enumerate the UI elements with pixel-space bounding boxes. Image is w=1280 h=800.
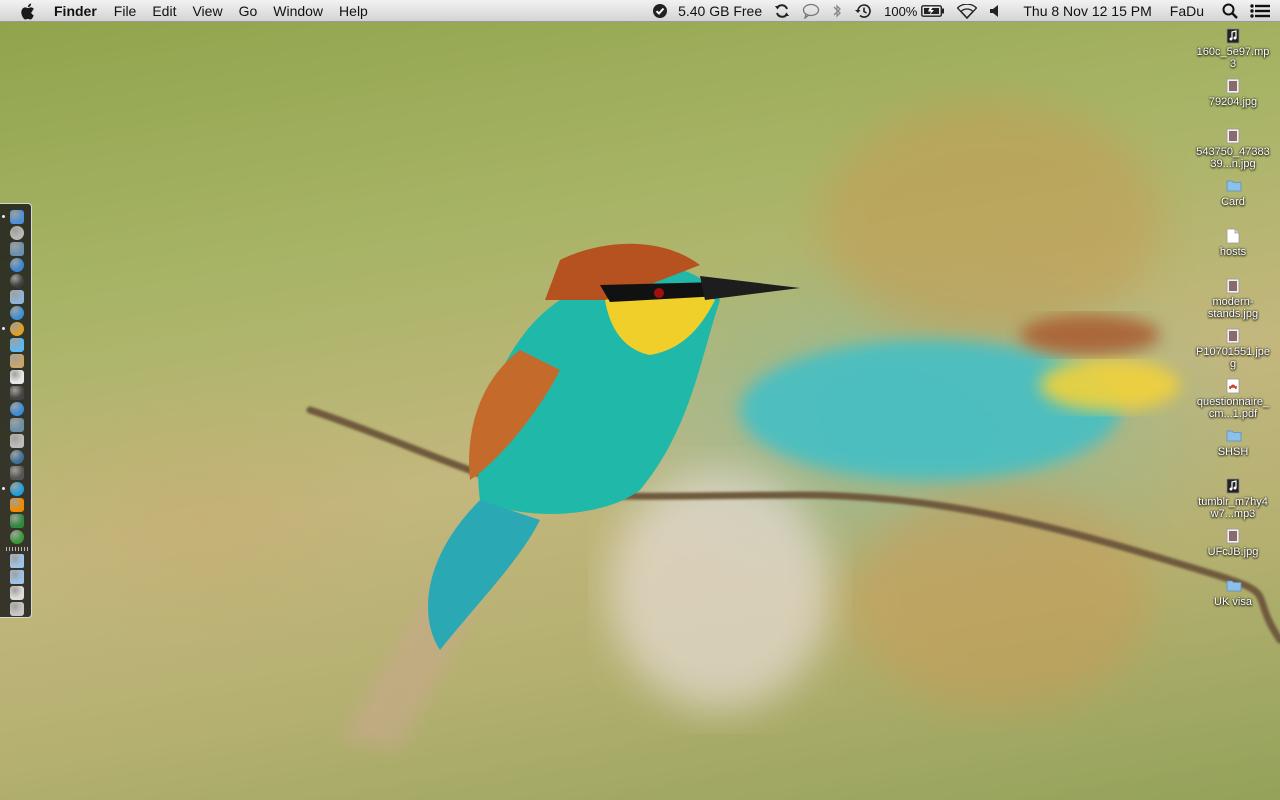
volume-icon[interactable]: [983, 0, 1007, 22]
desktop-item[interactable]: 543750_4738339...n.jpg: [1196, 128, 1270, 170]
battery-percent: 100%: [884, 3, 918, 19]
desktop-item-label: 79204.jpg: [1208, 96, 1258, 108]
clock-text[interactable]: Thu 8 Nov 12 15 PM: [1007, 0, 1159, 22]
trash-icon[interactable]: [10, 602, 24, 616]
image-file-icon: [1226, 78, 1240, 94]
battery-status[interactable]: 100%: [878, 0, 951, 22]
messages-status-icon[interactable]: [796, 0, 826, 22]
chrome-icon[interactable]: [10, 322, 24, 336]
desktop-item-label: modern-stands.jpg: [1207, 296, 1259, 320]
menu-view[interactable]: View: [184, 0, 230, 22]
user-name[interactable]: FaDu: [1160, 0, 1214, 22]
desktop-item[interactable]: SHSH: [1196, 428, 1270, 458]
image-file-icon: [1226, 278, 1240, 294]
launchpad-icon[interactable]: [10, 226, 24, 240]
iphoto-icon[interactable]: [10, 418, 24, 432]
spotlight-search-icon[interactable]: [1214, 0, 1246, 22]
image-file-icon: [1226, 328, 1240, 344]
desktop-item[interactable]: questionnaire_cm...1.pdf: [1196, 378, 1270, 420]
apple-menu-icon[interactable]: [18, 2, 36, 20]
menu-edit[interactable]: Edit: [144, 0, 184, 22]
image-file-icon: [1226, 128, 1240, 144]
desktop-item[interactable]: UFcJB.jpg: [1196, 528, 1270, 558]
photo-booth-icon[interactable]: [10, 386, 24, 400]
menu-window[interactable]: Window: [265, 0, 331, 22]
desktop-item[interactable]: Card: [1196, 178, 1270, 208]
folder-icon: [1226, 178, 1242, 194]
desktop-item-label: tumblr_m7hy4w7...mp3: [1198, 496, 1268, 520]
finder-icon[interactable]: [10, 210, 24, 224]
desktop-item-label: 160c_5e97.mp3: [1196, 46, 1270, 70]
downloads-stack-icon[interactable]: [10, 586, 24, 600]
time-machine-icon[interactable]: [10, 450, 24, 464]
running-indicator: [2, 215, 5, 218]
dock-separator: [6, 547, 28, 551]
desktop-item-label: Card: [1221, 196, 1245, 208]
audio-file-icon: [1226, 478, 1240, 494]
contacts-icon[interactable]: [10, 354, 24, 368]
documents-folder-icon[interactable]: [10, 570, 24, 584]
desktop-item-label: questionnaire_cm...1.pdf: [1196, 396, 1270, 420]
calendar-icon[interactable]: [10, 370, 24, 384]
desktop-wallpaper: [306, 100, 1280, 750]
excel-icon[interactable]: [10, 514, 24, 528]
running-indicator: [2, 487, 5, 490]
menu-help[interactable]: Help: [331, 0, 376, 22]
disk-free-text: 5.40 GB Free: [678, 3, 763, 19]
dashboard-icon[interactable]: [10, 274, 24, 288]
desktop-item[interactable]: P10701551.jpeg: [1196, 328, 1270, 370]
desktop-item[interactable]: modern-stands.jpg: [1196, 278, 1270, 320]
desktop-item-label: UFcJB.jpg: [1207, 546, 1259, 558]
battery-icon: [921, 5, 945, 17]
menu-file[interactable]: File: [106, 0, 145, 22]
image-file-icon: [1226, 528, 1240, 544]
folder-icon: [1226, 428, 1242, 444]
desktop-item-label: UK visa: [1214, 596, 1252, 608]
safari-icon[interactable]: [10, 258, 24, 272]
time-machine-icon[interactable]: [848, 0, 878, 22]
notification-center-icon[interactable]: [1246, 0, 1280, 22]
skype-icon[interactable]: [10, 482, 24, 496]
desktop-item-label: 543750_4738339...n.jpg: [1196, 146, 1270, 170]
document-icon: [1226, 228, 1240, 244]
pdf-file-icon: [1226, 378, 1240, 394]
desktop-item-label: P10701551.jpeg: [1196, 346, 1271, 370]
bluetooth-icon[interactable]: [826, 0, 848, 22]
desktop-item[interactable]: UK visa: [1196, 578, 1270, 608]
desktop-item[interactable]: 160c_5e97.mp3: [1196, 28, 1270, 70]
disk-space-status[interactable]: 5.40 GB Free: [646, 0, 768, 22]
desktop-item[interactable]: hosts: [1196, 228, 1270, 258]
messages-icon[interactable]: [10, 338, 24, 352]
applications-folder-icon[interactable]: [10, 554, 24, 568]
wifi-icon[interactable]: [951, 0, 983, 22]
sync-icon[interactable]: [768, 0, 796, 22]
facetime-icon[interactable]: [10, 466, 24, 480]
dock: [0, 203, 32, 618]
disk-check-icon: [652, 3, 668, 19]
menu-go[interactable]: Go: [231, 0, 266, 22]
vlc-icon[interactable]: [10, 498, 24, 512]
itunes-icon[interactable]: [10, 402, 24, 416]
desktop-item[interactable]: 79204.jpg: [1196, 78, 1270, 108]
app-store-icon[interactable]: [10, 306, 24, 320]
desktop-item[interactable]: tumblr_m7hy4w7...mp3: [1196, 478, 1270, 520]
utorrent-icon[interactable]: [10, 530, 24, 544]
desktop-item-label: hosts: [1219, 246, 1247, 258]
desktop-item-label: SHSH: [1217, 446, 1249, 458]
audio-file-icon: [1226, 28, 1240, 44]
mission-control-icon[interactable]: [10, 242, 24, 256]
running-indicator: [2, 327, 5, 330]
mail-icon[interactable]: [10, 290, 24, 304]
menu-bar: Finder File Edit View Go Window Help 5.4…: [0, 0, 1280, 22]
app-menu-finder[interactable]: Finder: [54, 0, 106, 22]
folder-icon: [1226, 578, 1242, 594]
preview-icon[interactable]: [10, 434, 24, 448]
